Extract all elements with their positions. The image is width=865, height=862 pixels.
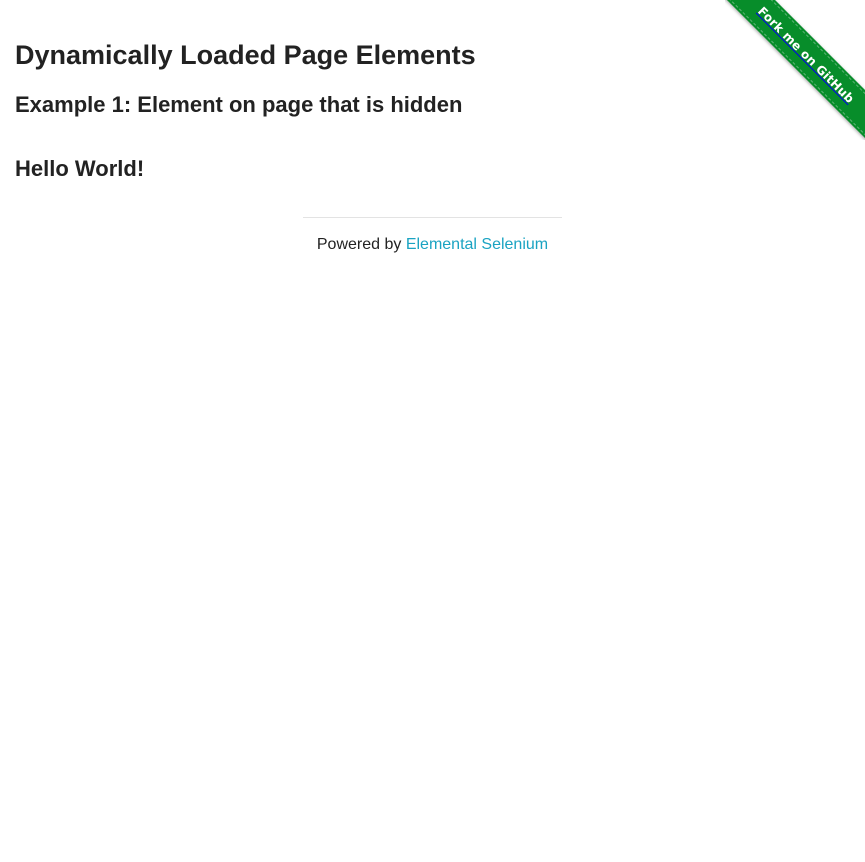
elemental-selenium-link[interactable]: Elemental Selenium [406,236,548,253]
footer-divider [303,217,562,218]
ribbon-label: Fork me on GitHub [755,4,857,106]
fork-me-on-github-ribbon[interactable]: Fork me on GitHub [725,0,865,140]
finish-message: Hello World! [15,156,145,181]
page: Dynamically Loaded Page Elements Example… [0,0,865,862]
footer: Powered by Elemental Selenium [0,235,865,255]
powered-by-text: Powered by [316,236,406,253]
page-title: Dynamically Loaded Page Elements [15,40,476,70]
page-subtitle: Example 1: Element on page that is hidde… [15,92,463,117]
github-ribbon-container: Fork me on GitHub [725,0,865,140]
